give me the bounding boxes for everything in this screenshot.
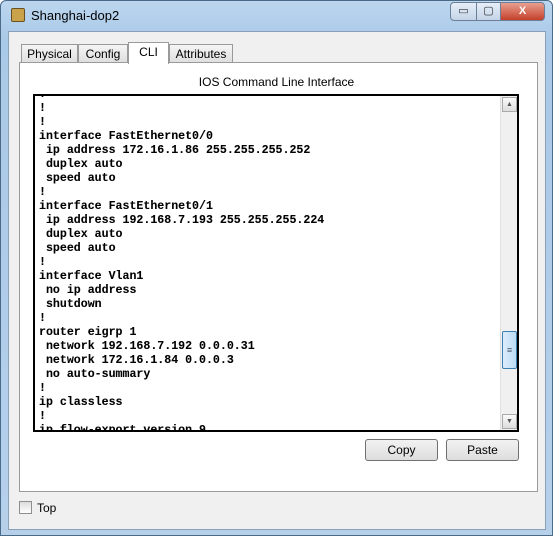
scroll-down-icon[interactable]: ▼: [502, 414, 517, 429]
cli-line: network 172.16.1.84 0.0.0.3: [39, 354, 234, 367]
window-title: Shanghai-dop2: [31, 8, 120, 23]
scroll-thumb[interactable]: ≡: [502, 331, 517, 369]
maximize-button[interactable]: ▢: [476, 2, 501, 21]
app-icon: [11, 8, 25, 22]
cli-line: ip address 192.168.7.193 255.255.255.224: [39, 214, 325, 227]
cli-line: ip flow-export version 9: [39, 424, 206, 432]
cli-line: duplex auto: [39, 228, 123, 241]
cli-line: !: [39, 116, 46, 129]
cli-line: speed auto: [39, 172, 116, 185]
tab-config[interactable]: Config: [78, 44, 128, 63]
cli-line: interface FastEthernet0/1: [39, 200, 213, 213]
cli-line: duplex auto: [39, 158, 123, 171]
cli-line: !: [39, 256, 46, 269]
cli-console[interactable]: !!! interface FastEthernet0/0 ip address …: [33, 94, 519, 432]
cli-output[interactable]: !!! interface FastEthernet0/0 ip address …: [39, 94, 325, 432]
cli-line: !: [39, 186, 46, 199]
cli-line: ip classless: [39, 396, 123, 409]
cli-line: no auto-summary: [39, 368, 151, 381]
minimize-button[interactable]: ▭: [450, 2, 477, 21]
cli-line: ip address 172.16.1.86 255.255.255.252: [39, 144, 311, 157]
cli-line: shutdown: [39, 298, 102, 311]
paste-button[interactable]: Paste: [446, 439, 519, 461]
cli-line: !: [39, 312, 46, 325]
cli-line: no ip address: [39, 284, 137, 297]
window: Shanghai-dop2 ▭ ▢ X Physical Config CLI …: [0, 0, 553, 536]
cli-line: network 192.168.7.192 0.0.0.31: [39, 340, 255, 353]
copy-button[interactable]: Copy: [365, 439, 438, 461]
cli-line: !: [39, 410, 46, 423]
tab-attributes[interactable]: Attributes: [169, 44, 233, 63]
cli-line: !: [39, 94, 46, 101]
cli-line: router eigrp 1: [39, 326, 137, 339]
tab-cli[interactable]: CLI: [128, 42, 169, 64]
vertical-scrollbar[interactable]: ▲ ≡ ▼: [500, 96, 517, 430]
cli-line: speed auto: [39, 242, 116, 255]
top-checkbox-label: Top: [37, 501, 57, 515]
cli-line: !: [39, 382, 46, 395]
cli-line: interface Vlan1: [39, 270, 144, 283]
cli-heading: IOS Command Line Interface: [198, 75, 355, 89]
tab-physical[interactable]: Physical: [21, 44, 78, 63]
cli-line: interface FastEthernet0/0: [39, 130, 213, 143]
scroll-up-icon[interactable]: ▲: [502, 97, 517, 112]
top-checkbox[interactable]: [19, 501, 32, 514]
close-button[interactable]: X: [500, 2, 545, 21]
cli-line: !: [39, 102, 46, 115]
